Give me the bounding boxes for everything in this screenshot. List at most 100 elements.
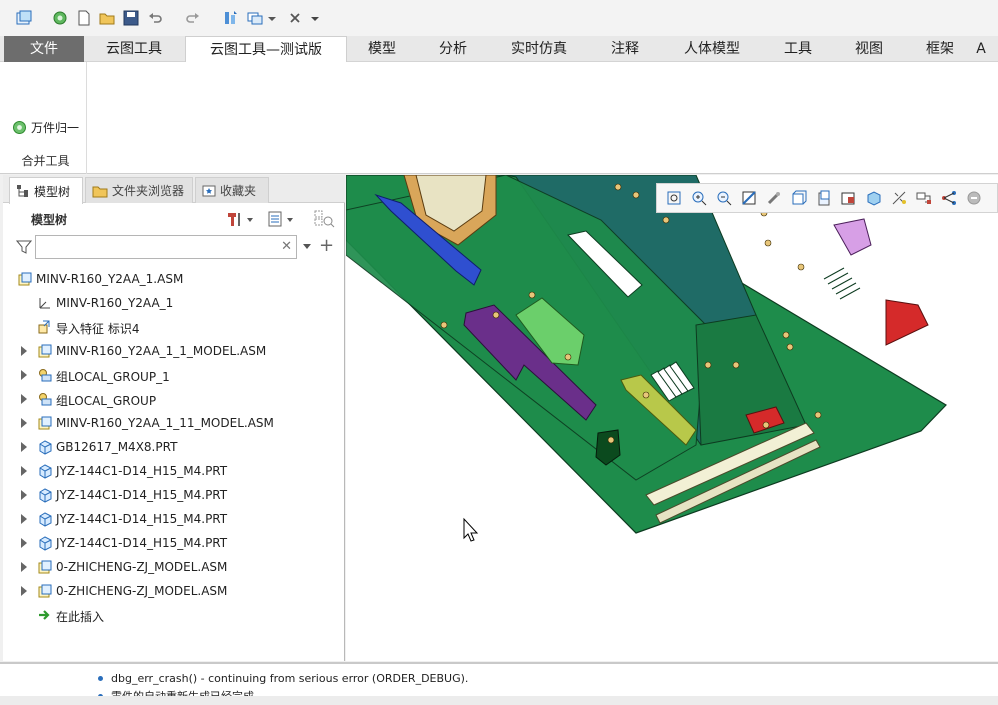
- filter-funnel-icon[interactable]: [15, 239, 33, 258]
- tab-framework[interactable]: 框架: [912, 36, 968, 62]
- clear-filter-icon[interactable]: ✕: [281, 239, 292, 254]
- expand-arrow-icon[interactable]: [21, 586, 27, 596]
- tree-item[interactable]: MINV-R160_Y2AA_1: [3, 291, 345, 315]
- merge-tools-group-label: 合并工具: [21, 154, 70, 168]
- navigator-tabs: 模型树 文件夹浏览器 收藏夹: [3, 175, 345, 204]
- tree-item[interactable]: 0-ZHICHENG-ZJ_MODEL.ASM: [3, 555, 345, 579]
- customize-dropdown-icon[interactable]: [308, 8, 322, 28]
- tab-model-tree-label: 模型树: [34, 184, 71, 199]
- perspective-icon[interactable]: [863, 188, 884, 209]
- tree-filter-field[interactable]: ✕: [35, 235, 297, 259]
- expand-arrow-icon[interactable]: [21, 490, 27, 500]
- windows-dropdown-icon[interactable]: [266, 8, 278, 28]
- tree-item[interactable]: 组LOCAL_GROUP_1: [3, 363, 345, 387]
- display-style-icon[interactable]: [788, 188, 809, 209]
- save-icon[interactable]: [121, 8, 141, 28]
- view-manager-icon[interactable]: [838, 188, 859, 209]
- coordinate-system-icon: [37, 295, 53, 311]
- tab-tools[interactable]: 工具: [770, 36, 826, 62]
- tree-item[interactable]: JYZ-144C1-D14_H15_M4.PRT: [3, 483, 345, 507]
- expand-arrow-icon[interactable]: [21, 442, 27, 452]
- expand-arrow-icon[interactable]: [21, 538, 27, 548]
- filter-dropdown-icon[interactable]: [302, 239, 312, 256]
- tree-item[interactable]: GB12617_M4X8.PRT: [3, 435, 345, 459]
- regen-icon[interactable]: [50, 8, 70, 28]
- saved-orientations-icon[interactable]: [813, 188, 834, 209]
- tab-realtime-simulation[interactable]: 实时仿真: [497, 36, 581, 62]
- repaint-icon[interactable]: [738, 188, 759, 209]
- tree-item[interactable]: 在此插入: [3, 603, 345, 627]
- tab-favorites[interactable]: 收藏夹: [195, 177, 269, 203]
- tab-annotate[interactable]: 注释: [597, 36, 653, 62]
- tab-analysis[interactable]: 分析: [425, 36, 481, 62]
- windows-icon[interactable]: [245, 8, 265, 28]
- tree-item[interactable]: 导入特征 标识4: [3, 315, 345, 339]
- datum-display-icon[interactable]: [888, 188, 909, 209]
- refit-icon[interactable]: [663, 188, 684, 209]
- column-visibility-button[interactable]: [313, 209, 335, 229]
- tab-cloud-tools-beta[interactable]: 云图工具—测试版: [185, 36, 347, 63]
- tree-item[interactable]: JYZ-144C1-D14_H15_M4.PRT: [3, 507, 345, 531]
- part-icon: [37, 487, 53, 503]
- close-window-icon[interactable]: [285, 8, 305, 28]
- expand-arrow-icon[interactable]: [21, 418, 27, 428]
- new-file-icon[interactable]: [74, 8, 94, 28]
- tree-item[interactable]: MINV-R160_Y2AA_1.ASM: [3, 267, 345, 291]
- tab-folder-browser[interactable]: 文件夹浏览器: [85, 177, 193, 203]
- expand-arrow-icon[interactable]: [21, 562, 27, 572]
- add-filter-icon[interactable]: +: [319, 235, 334, 256]
- tab-model-tree[interactable]: 模型树: [9, 177, 83, 204]
- model-tree-icon: [17, 185, 28, 197]
- tree-item-label: JYZ-144C1-D14_H15_M4.PRT: [56, 536, 228, 550]
- 3d-model-view[interactable]: [346, 175, 998, 661]
- expand-arrow-icon[interactable]: [21, 394, 27, 404]
- tab-file[interactable]: 文件: [4, 36, 84, 62]
- tree-item-label: MINV-R160_Y2AA_1_11_MODEL.ASM: [56, 416, 274, 430]
- network-icon[interactable]: [938, 188, 959, 209]
- settings-tools-button[interactable]: [225, 209, 255, 229]
- redo-icon[interactable]: [183, 8, 203, 28]
- show-options-button[interactable]: [267, 209, 297, 229]
- tree-filter-input[interactable]: [36, 236, 266, 258]
- tree-item[interactable]: 组LOCAL_GROUP: [3, 387, 345, 411]
- undo-icon[interactable]: [145, 8, 165, 28]
- tree-item-label: JYZ-144C1-D14_H15_M4.PRT: [56, 488, 228, 502]
- tree-item-label: 组LOCAL_GROUP_1: [56, 370, 170, 384]
- stop-icon[interactable]: [963, 188, 984, 209]
- tree-item-label: GB12617_M4X8.PRT: [56, 440, 178, 454]
- tab-view[interactable]: 视图: [841, 36, 897, 62]
- spin-center-icon[interactable]: [763, 188, 784, 209]
- tab-folder-browser-label: 文件夹浏览器: [112, 184, 185, 198]
- app-icon[interactable]: [14, 8, 34, 28]
- tree-item[interactable]: JYZ-144C1-D14_H15_M4.PRT: [3, 531, 345, 555]
- merge-all-button[interactable]: 万件归一: [12, 118, 79, 136]
- tree-item[interactable]: 0-ZHICHENG-ZJ_MODEL.ASM: [3, 579, 345, 603]
- tab-overflow[interactable]: A: [968, 36, 994, 62]
- zoom-in-icon[interactable]: [688, 188, 709, 209]
- tree-item-label: MINV-R160_Y2AA_1: [56, 296, 174, 310]
- tab-model[interactable]: 模型: [354, 36, 410, 62]
- regenerate-icon[interactable]: [221, 8, 241, 28]
- model-tree-header: 模型树: [31, 213, 68, 227]
- expand-arrow-icon[interactable]: [21, 466, 27, 476]
- tree-item[interactable]: MINV-R160_Y2AA_1_1_MODEL.ASM: [3, 339, 345, 363]
- graphics-viewport[interactable]: [346, 175, 998, 661]
- expand-arrow-icon[interactable]: [21, 346, 27, 356]
- part-icon: [37, 463, 53, 479]
- tree-item-label: JYZ-144C1-D14_H15_M4.PRT: [56, 512, 228, 526]
- annotation-display-icon[interactable]: [913, 188, 934, 209]
- group-icon: [37, 391, 53, 407]
- model-tree: MINV-R160_Y2AA_1.ASM MINV-R160_Y2AA_1 导入特征…: [3, 267, 345, 627]
- tab-human-model[interactable]: 人体模型: [670, 36, 754, 62]
- tree-item[interactable]: JYZ-144C1-D14_H15_M4.PRT: [3, 459, 345, 483]
- tree-item-label: JYZ-144C1-D14_H15_M4.PRT: [56, 464, 228, 478]
- expand-arrow-icon[interactable]: [21, 514, 27, 524]
- hammer-wrench-icon: [228, 213, 253, 226]
- tab-cloud-tools[interactable]: 云图工具: [90, 36, 178, 62]
- zoom-out-icon[interactable]: [713, 188, 734, 209]
- tree-item[interactable]: MINV-R160_Y2AA_1_11_MODEL.ASM: [3, 411, 345, 435]
- list-settings-icon: [268, 211, 293, 227]
- expand-arrow-icon[interactable]: [21, 370, 27, 380]
- tree-item-label: MINV-R160_Y2AA_1.ASM: [36, 272, 184, 286]
- open-folder-icon[interactable]: [97, 8, 117, 28]
